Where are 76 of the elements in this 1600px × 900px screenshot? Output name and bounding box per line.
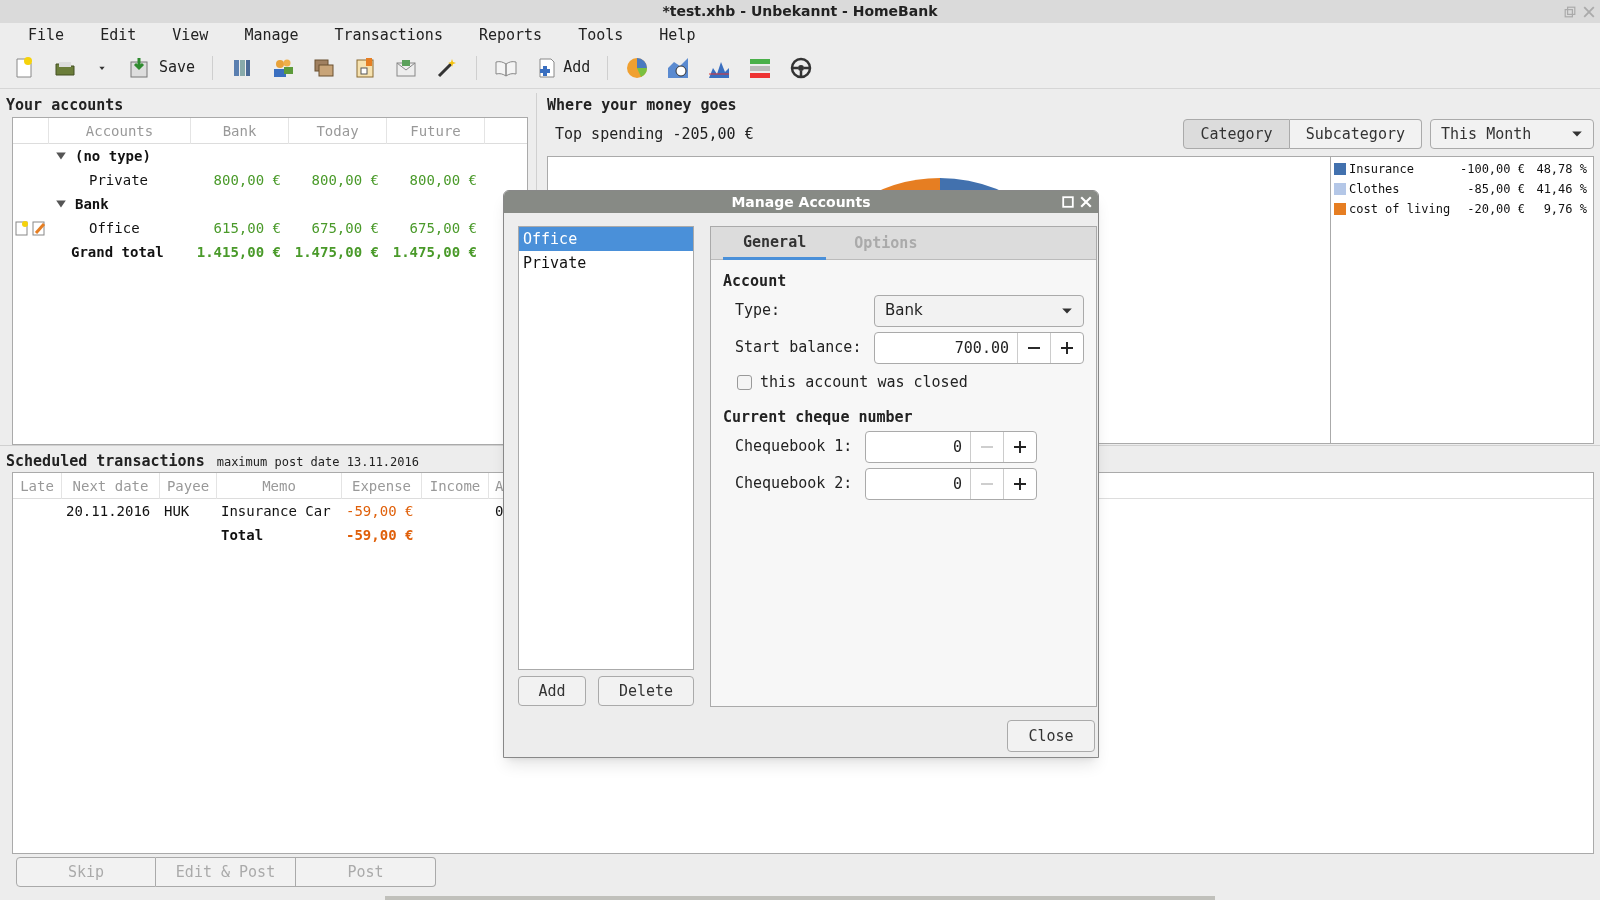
legend-percent: 9,76 %	[1542, 201, 1587, 218]
chequebook-label: Chequebook 2:	[735, 473, 854, 495]
table-cell-text: 800,00 €	[310, 170, 380, 190]
start-balance-label: Start balance:	[735, 337, 863, 359]
table-cell-text: 20.11.2016	[65, 501, 152, 521]
panel-title: Scheduled transactions	[6, 451, 205, 472]
legend-amount: -20,00 €	[1466, 201, 1525, 218]
table-cell-text: -59,00 €	[345, 501, 415, 521]
number-value: 0	[951, 473, 963, 495]
steering-wheel-icon[interactable]	[789, 55, 814, 80]
account-list-item[interactable]: Private	[519, 251, 693, 275]
table-cell-text: 1.475,00 €	[293, 242, 380, 262]
closed-checkbox[interactable]	[737, 375, 752, 390]
table-cell-text: 615,00 €	[212, 218, 282, 238]
expander-icon[interactable]	[55, 198, 67, 210]
add-button[interactable]: Add	[535, 55, 591, 80]
table-cell-text: 800,00 €	[408, 170, 478, 190]
legend-amount: -85,00 €	[1466, 181, 1525, 198]
table-cell-text: Insurance Car	[220, 501, 332, 521]
close-button[interactable]: Close	[1007, 720, 1095, 752]
table-cell-text: 675,00 €	[408, 218, 478, 238]
pencil-icon	[31, 220, 47, 236]
disk-icon[interactable]	[127, 55, 151, 80]
legend-percent: 48,78 %	[1535, 161, 1587, 178]
menu-item[interactable]: Help	[641, 23, 714, 47]
period-dropdown[interactable]: This Month	[1430, 119, 1594, 149]
mode-toggle[interactable]: Category	[1183, 119, 1290, 149]
total-label: Grand total	[70, 242, 165, 262]
menu-item[interactable]: Reports	[460, 23, 561, 47]
total-label: Total	[220, 525, 265, 545]
legend-amount: -100,00 €	[1458, 161, 1525, 178]
table-cell-text: 0	[494, 501, 505, 521]
menu-item[interactable]: Transactions	[316, 23, 461, 47]
type-label: Type:	[735, 300, 782, 322]
panel-title: Your accounts	[6, 95, 125, 116]
section-heading: Current cheque number	[723, 407, 914, 428]
expander-icon[interactable]	[55, 150, 67, 162]
section-heading: Account	[723, 271, 788, 292]
list-button[interactable]: Delete	[598, 676, 694, 706]
checkbox-label: this account was closed	[760, 372, 968, 394]
pie-chart-icon[interactable]	[625, 55, 650, 80]
table-cell-text: -59,00 €	[345, 525, 415, 545]
number-value: 700.00	[953, 337, 1010, 359]
tab[interactable]: General	[723, 227, 827, 260]
list-button[interactable]: Add	[518, 676, 586, 706]
menu-item[interactable]: View	[154, 23, 227, 47]
menu-item[interactable]: Edit	[82, 23, 155, 47]
number-value: 0	[951, 436, 963, 458]
top-spending-label: Top spending -205,00 €	[554, 123, 755, 145]
maximize-icon[interactable]	[1062, 196, 1074, 208]
number-spinner[interactable]: 700.00	[874, 331, 1084, 364]
table-cell-text: HUK	[163, 501, 191, 521]
legend-label: Insurance	[1349, 161, 1416, 178]
panel-title: Where your money goes	[547, 95, 738, 116]
legend-label: cost of living	[1349, 201, 1451, 218]
table-cell-text: 675,00 €	[310, 218, 380, 238]
account-name[interactable]: Private	[49, 169, 191, 191]
dialog-title: Manage Accounts	[730, 192, 872, 212]
type-dropdown[interactable]: Bank	[874, 294, 1084, 327]
table-cell-text: 800,00 €	[212, 170, 282, 190]
save-button[interactable]: Save	[127, 55, 196, 80]
menu-item[interactable]: Manage	[226, 23, 317, 47]
table-cell-text: 1.475,00 €	[391, 242, 478, 262]
group-name: (no type)	[75, 146, 151, 166]
max-post-date: maximum post date 13.11.2016	[216, 454, 419, 471]
table-cell-text: 1.415,00 €	[195, 242, 282, 262]
window-title: *test.xhb - Unbekannt - HomeBank	[662, 2, 938, 21]
menu-item[interactable]: File	[10, 23, 83, 47]
menu-item[interactable]: Tools	[560, 23, 642, 47]
plus-icon[interactable]	[1061, 341, 1073, 354]
account-name[interactable]: Office	[49, 217, 191, 239]
legend-label: Clothes	[1349, 181, 1401, 198]
mode-toggle[interactable]: Subcategory	[1289, 119, 1422, 149]
group-name: Bank	[75, 194, 109, 214]
chequebook-label: Chequebook 1:	[735, 436, 854, 458]
legend-percent: 41,46 %	[1535, 181, 1587, 198]
